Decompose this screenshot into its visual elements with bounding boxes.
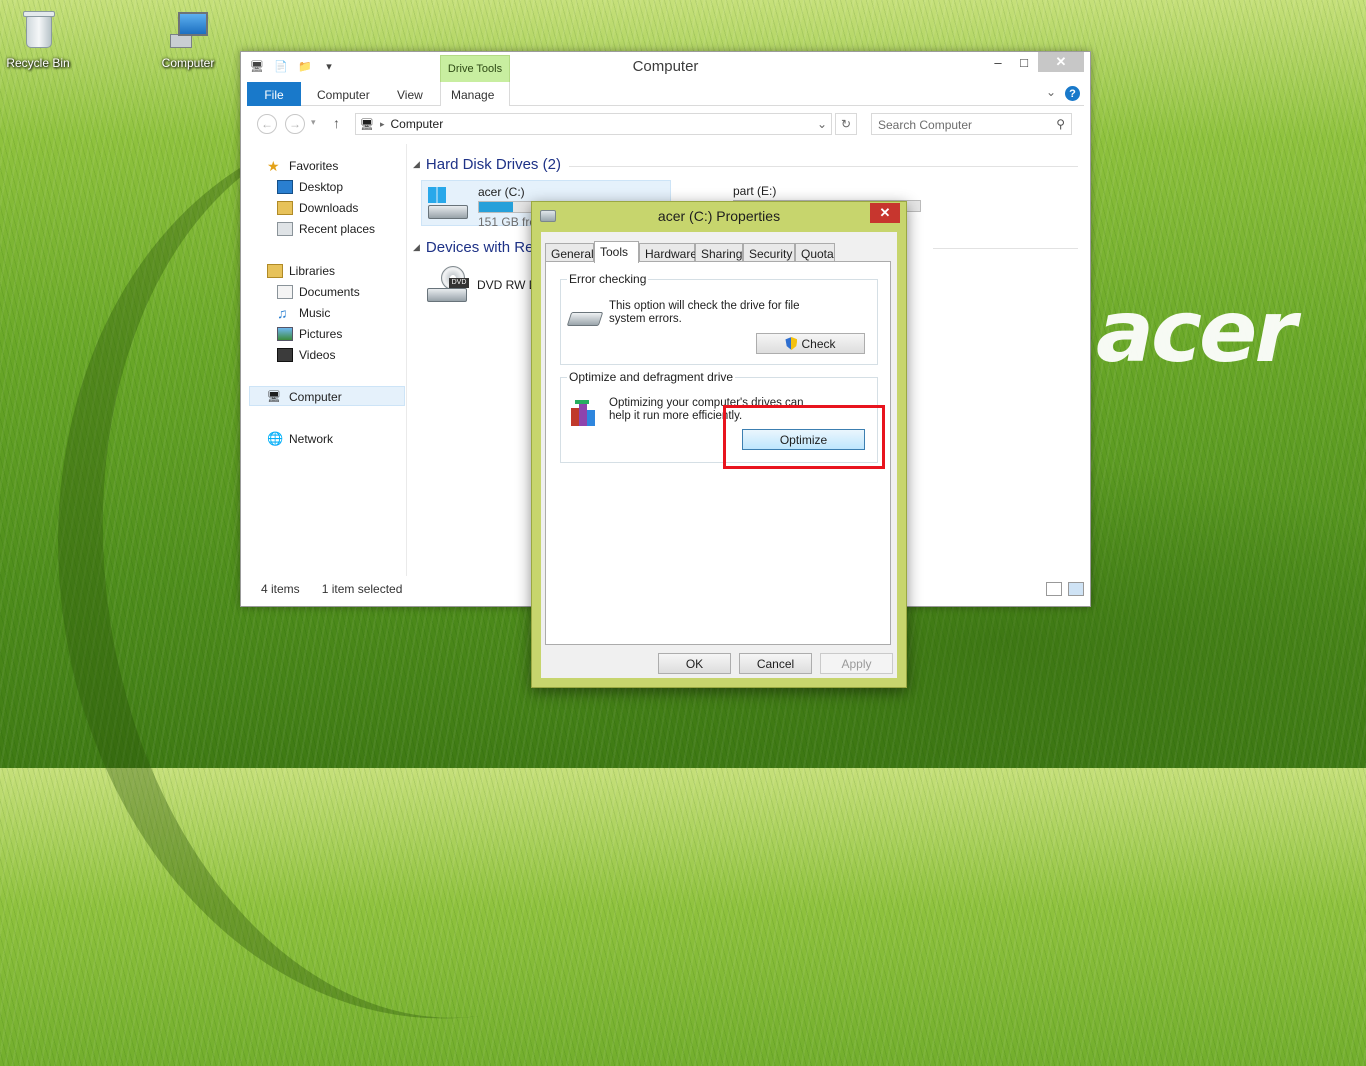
forward-button[interactable]: → [285,114,305,134]
group-divider [933,248,1078,249]
wallpaper-logo: acer [1096,282,1297,382]
libraries-icon [267,264,283,278]
view-buttons [1046,582,1084,596]
pictures-icon [277,327,293,341]
help-icon[interactable]: ? [1065,86,1080,101]
check-button[interactable]: Check [756,333,865,354]
nav-videos[interactable]: Videos [277,345,335,365]
maximize-button[interactable]: □ [1012,52,1036,72]
group-divider [569,166,1078,167]
nav-pictures[interactable]: Pictures [277,324,342,344]
computer-small-icon: 🖥 [360,118,374,131]
error-checking-text: This option will check the drive for fil… [609,300,800,325]
tab-file[interactable]: File [247,82,301,106]
documents-icon [277,285,293,299]
status-selected: 1 item selected [321,582,403,596]
tab-manage[interactable]: Manage [440,82,510,106]
tab-sharing[interactable]: Sharing [695,243,743,261]
uac-shield-icon [785,337,798,350]
computer-small-icon: 🖥 [267,391,281,403]
star-icon: ★ [267,158,280,174]
tab-tools[interactable]: Tools [594,241,639,263]
collapse-icon: ◢ [413,242,420,252]
large-icons-view-icon[interactable] [1068,582,1084,596]
nav-network[interactable]: 🌐 Network [267,429,333,449]
desktop-icon-recycle-bin[interactable]: Recycle Bin [0,8,76,70]
dvd-drive-icon: DVD [425,266,471,310]
navigation-pane: ★ Favorites Desktop Downloads Recent pla… [247,144,407,576]
desktop-icon-label: Computer [161,56,215,70]
recent-locations-icon[interactable]: ▾ [311,117,316,128]
close-button[interactable]: ✕ [1038,52,1084,72]
nav-desktop[interactable]: Desktop [277,177,343,197]
videos-icon [277,348,293,362]
address-bar-row: ← → ▾ ↑ 🖥 ▸ Computer ⌄ ↻ Search Computer… [247,112,1084,136]
expand-ribbon-icon[interactable]: ⌄ [1046,85,1056,99]
breadcrumb-computer[interactable]: Computer [391,117,444,131]
nav-documents[interactable]: Documents [277,282,360,302]
music-icon: ♫ [277,305,288,321]
tab-security[interactable]: Security [743,243,795,261]
ribbon-tabs: File Computer View Manage ⌄ ? [247,82,1084,106]
status-item-count: 4 items [261,582,300,596]
tab-hardware[interactable]: Hardware [639,243,697,261]
address-dropdown-icon[interactable]: ⌄ [817,117,827,131]
breadcrumb-chevron-icon: ▸ [379,118,385,129]
recent-places-icon [277,222,293,236]
search-placeholder: Search Computer [878,118,973,132]
nav-computer[interactable]: 🖥 Computer [267,387,342,407]
search-icon: ⚲ [1056,117,1065,131]
up-button[interactable]: ↑ [333,115,340,131]
apply-button[interactable]: Apply [820,653,893,674]
downloads-folder-icon [277,201,293,215]
cancel-button[interactable]: Cancel [739,653,812,674]
computer-icon [166,8,210,52]
details-view-icon[interactable] [1046,582,1062,596]
explorer-titlebar: 🖥 📄 📁 ▾ Drive Tools Computer – □ ✕ [241,52,1090,82]
tab-general[interactable]: General [545,243,594,261]
refresh-button[interactable]: ↻ [835,113,857,135]
dialog-close-button[interactable]: ✕ [870,203,900,223]
desktop-icon-label: Recycle Bin [6,56,70,70]
minimize-button[interactable]: – [986,52,1010,72]
nav-recent-places[interactable]: Recent places [277,219,375,239]
network-icon: 🌐 [267,431,284,446]
status-bar: 4 items 1 item selected [261,582,402,596]
nav-favorites[interactable]: ★ Favorites [267,156,338,176]
group-header-devices[interactable]: ◢ Devices with Re [413,239,533,256]
hard-drive-icon [566,312,604,326]
tab-computer[interactable]: Computer [307,82,380,106]
tab-quota[interactable]: Quota [795,243,835,261]
nav-music[interactable]: ♫ Music [277,303,330,323]
nav-downloads[interactable]: Downloads [277,198,358,218]
defragment-icon [571,400,599,426]
ok-button[interactable]: OK [658,653,731,674]
search-input[interactable]: Search Computer ⚲ [871,113,1072,135]
annotation-highlight-box [723,405,885,469]
hard-drive-windows-icon [426,187,470,221]
desktop-icon-computer[interactable]: Computer [150,8,226,70]
group-header-hard-disk-drives[interactable]: ◢ Hard Disk Drives (2) [413,156,561,173]
desktop-icon [277,180,293,194]
recycle-bin-icon [16,8,60,52]
nav-libraries[interactable]: Libraries [267,261,335,281]
group-error-checking: Error checking This option will check th… [560,272,878,365]
dialog-title: acer (C:) Properties [657,208,781,224]
collapse-icon: ◢ [413,159,420,169]
optimize-label: Optimize and defragment drive [567,370,736,384]
error-checking-label: Error checking [567,272,649,286]
back-button[interactable]: ← [257,114,277,134]
drive-item-dvd[interactable]: DVD DVD RW D [421,264,541,310]
address-field[interactable]: 🖥 ▸ Computer ⌄ [355,113,832,135]
window-title: Computer [632,58,699,75]
tab-view[interactable]: View [387,82,433,106]
